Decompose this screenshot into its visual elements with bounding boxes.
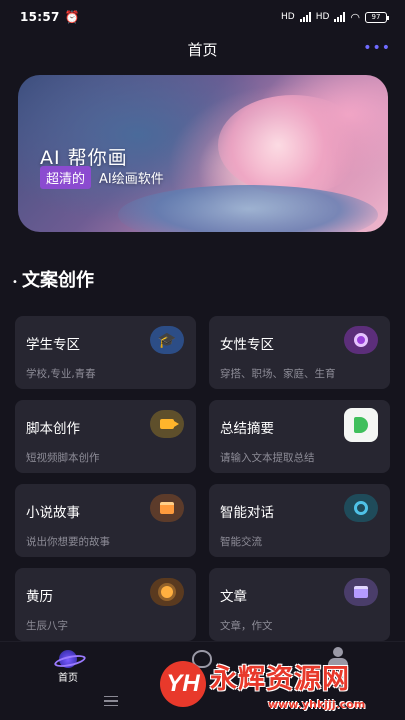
signal-icon <box>299 12 311 22</box>
watermark-url: www.yhkjjj.com <box>268 698 366 711</box>
card-title: 学生专区 <box>26 337 80 353</box>
card-title: 文章 <box>220 589 247 605</box>
tab-home[interactable]: 首页 <box>28 642 108 692</box>
signal-icon-2 <box>334 12 346 22</box>
banner-subtitle: AI绘画软件 <box>99 172 164 187</box>
article-icon <box>344 578 378 606</box>
status-bar: 15:57 ⏰ HD HD ◠ 97 <box>0 0 405 34</box>
card-chat[interactable]: 智能对话 智能交流 <box>209 484 390 557</box>
card-title: 脚本创作 <box>26 421 80 437</box>
card-title: 黄历 <box>26 589 53 605</box>
banner-ai-draw[interactable]: AI 帮你画 超清的 AI绘画软件 <box>18 75 388 232</box>
banner-illustration-lower <box>118 185 378 232</box>
chat-icon <box>344 494 378 522</box>
card-title: 小说故事 <box>26 505 80 521</box>
card-female[interactable]: 女性专区 穿搭、职场、家庭、生育 <box>209 316 390 389</box>
banner-badge: 超清的 <box>40 166 92 189</box>
status-time: 15:57 <box>20 10 60 24</box>
status-right: HD HD ◠ 97 <box>280 10 389 24</box>
sun-icon <box>150 578 184 606</box>
wifi-icon: ◠ <box>350 10 360 24</box>
card-summary[interactable]: 总结摘要 请输入文本提取总结 <box>209 400 390 473</box>
menu-icon[interactable] <box>104 696 118 706</box>
card-desc: 智能交流 <box>220 536 262 548</box>
graduation-cap-icon: 🎓 <box>150 326 184 354</box>
watermark: YH 永辉资源网 www.yhkjjj.com <box>158 655 405 720</box>
banner-illustration <box>218 95 368 195</box>
female-icon <box>344 326 378 354</box>
nav-bar: 首页 ••• <box>0 34 405 64</box>
network-type-1: HD <box>280 12 295 22</box>
video-camera-icon <box>150 410 184 438</box>
page-title: 首页 <box>187 40 218 59</box>
card-desc: 学校,专业,青春 <box>26 368 96 380</box>
card-script[interactable]: 脚本创作 短视频脚本创作 <box>15 400 196 473</box>
card-desc: 文章，作文 <box>220 620 273 632</box>
tab-home-label: 首页 <box>58 673 78 684</box>
section-marker-icon: • <box>12 277 18 288</box>
book-icon <box>150 494 184 522</box>
card-title: 女性专区 <box>220 337 274 353</box>
network-type-2: HD <box>315 12 330 22</box>
card-article[interactable]: 文章 文章，作文 <box>209 568 390 641</box>
battery-icon: 97 <box>365 11 389 23</box>
card-novel[interactable]: 小说故事 说出你想要的故事 <box>15 484 196 557</box>
card-title: 总结摘要 <box>220 421 274 437</box>
summary-icon <box>344 408 378 442</box>
card-desc: 说出你想要的故事 <box>26 536 110 548</box>
section-title: 文案创作 <box>22 270 94 291</box>
banner-tagline: 超清的 AI绘画软件 <box>40 166 164 189</box>
card-title: 智能对话 <box>220 505 274 521</box>
card-student[interactable]: 学生专区 学校,专业,青春 🎓 <box>15 316 196 389</box>
watermark-text: 永辉资源网 <box>210 664 350 695</box>
alarm-icon: ⏰ <box>64 10 80 24</box>
card-almanac[interactable]: 黄历 生辰八字 <box>15 568 196 641</box>
planet-icon <box>59 650 77 668</box>
more-dots-icon[interactable]: ••• <box>363 40 391 56</box>
card-desc: 短视频脚本创作 <box>26 452 100 464</box>
card-desc: 穿搭、职场、家庭、生育 <box>220 368 336 380</box>
card-desc: 请输入文本提取总结 <box>220 452 315 464</box>
card-desc: 生辰八字 <box>26 620 68 632</box>
watermark-logo: YH <box>160 661 206 707</box>
